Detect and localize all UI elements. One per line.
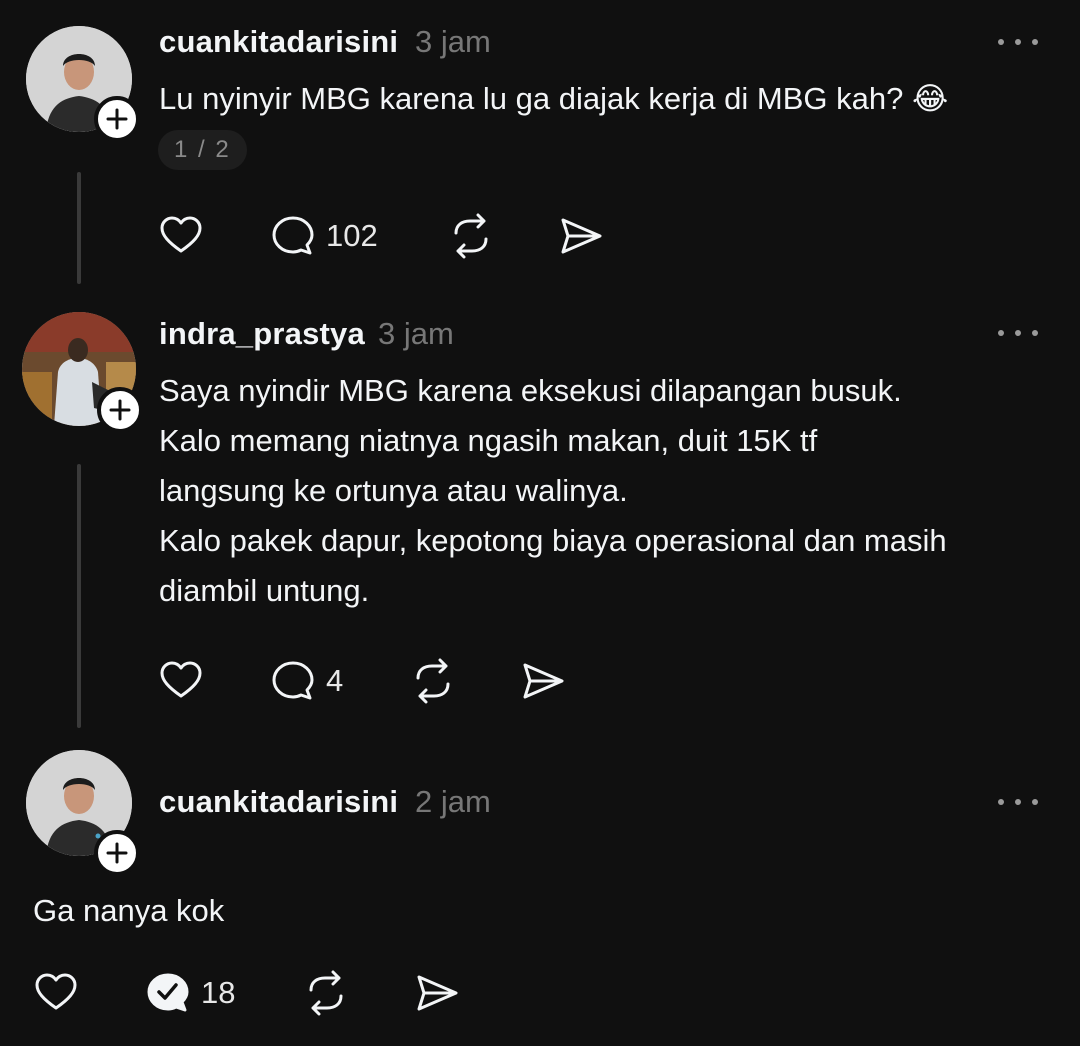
post-actions: 102 (0, 213, 1080, 263)
post-time: 3 jam (378, 316, 454, 351)
share-button[interactable] (414, 970, 460, 1016)
speech-bubble-check-icon (147, 973, 189, 1012)
repost-icon (416, 658, 450, 704)
follow-button[interactable] (94, 96, 140, 142)
thread-post: cuankitadarisini 2 jam Ga nanya kok 18 (0, 740, 1080, 1046)
post-text-line: diambil untung. (159, 573, 370, 608)
thread-post: cuankitadarisini 3 jam Lu nyinyir MBG ka… (0, 0, 1080, 290)
reply-button[interactable]: 102 (270, 213, 378, 259)
plus-icon (106, 108, 128, 130)
post-actions: 18 (0, 970, 1080, 1020)
repost-icon (309, 970, 343, 1016)
follow-button[interactable] (94, 830, 140, 876)
send-icon (561, 218, 602, 254)
username[interactable]: cuankitadarisini (159, 784, 398, 820)
plus-icon (109, 399, 131, 421)
reply-count: 4 (326, 663, 344, 698)
post-text: Ga nanya kok (33, 886, 224, 936)
reply-button[interactable]: 18 (145, 970, 235, 1016)
post-text-line: Saya nyindir MBG karena eksekusi dilapan… (159, 373, 902, 408)
like-button[interactable] (33, 970, 79, 1016)
share-button[interactable] (520, 658, 566, 704)
post-time: 3 jam (415, 24, 491, 59)
post-actions: 4 (0, 658, 1080, 708)
send-icon (417, 975, 458, 1011)
post-text-line: Lu nyinyir MBG karena lu ga diajak kerja… (159, 81, 949, 116)
avatar-container[interactable] (26, 750, 140, 876)
heart-icon (35, 973, 77, 1010)
like-button[interactable] (158, 213, 204, 259)
repost-button[interactable] (410, 658, 456, 704)
like-button[interactable] (158, 658, 204, 704)
more-dots-icon[interactable] (998, 792, 1038, 812)
username[interactable]: indra_prastya (159, 316, 365, 352)
follow-button[interactable] (97, 387, 143, 433)
post-text-line: Kalo pakek dapur, kepotong biaya operasi… (159, 523, 947, 558)
post-text: Lu nyinyir MBG karena lu ga diajak kerja… (159, 74, 948, 124)
share-button[interactable] (558, 213, 604, 259)
heart-icon (160, 216, 202, 253)
plus-icon (106, 842, 128, 864)
post-text-line: Ga nanya kok (33, 893, 225, 928)
post-text: Saya nyindir MBG karena eksekusi dilapan… (159, 366, 947, 616)
thread-post: indra_prastya 3 jam Saya nyindir MBG kar… (0, 290, 1080, 740)
heart-icon (160, 661, 202, 698)
reply-count: 18 (201, 975, 236, 1010)
page-indicator[interactable]: 1 / 2 (158, 130, 247, 170)
more-dots-icon[interactable] (998, 323, 1038, 343)
avatar-container[interactable] (22, 312, 143, 433)
repost-button[interactable] (303, 970, 349, 1016)
more-dots-icon[interactable] (998, 32, 1038, 52)
username[interactable]: cuankitadarisini (159, 24, 398, 60)
avatar-container[interactable] (26, 26, 140, 142)
speech-bubble-icon (272, 661, 314, 700)
reply-count: 102 (326, 218, 378, 253)
reply-button[interactable]: 4 (270, 658, 343, 704)
post-text-line: Kalo memang niatnya ngasih makan, duit 1… (159, 423, 818, 458)
post-text-line: langsung ke ortunya atau walinya. (159, 473, 628, 508)
speech-bubble-icon (272, 216, 314, 255)
send-icon (523, 663, 564, 699)
repost-button[interactable] (448, 213, 494, 259)
repost-icon (454, 213, 488, 259)
post-time: 2 jam (415, 784, 491, 819)
